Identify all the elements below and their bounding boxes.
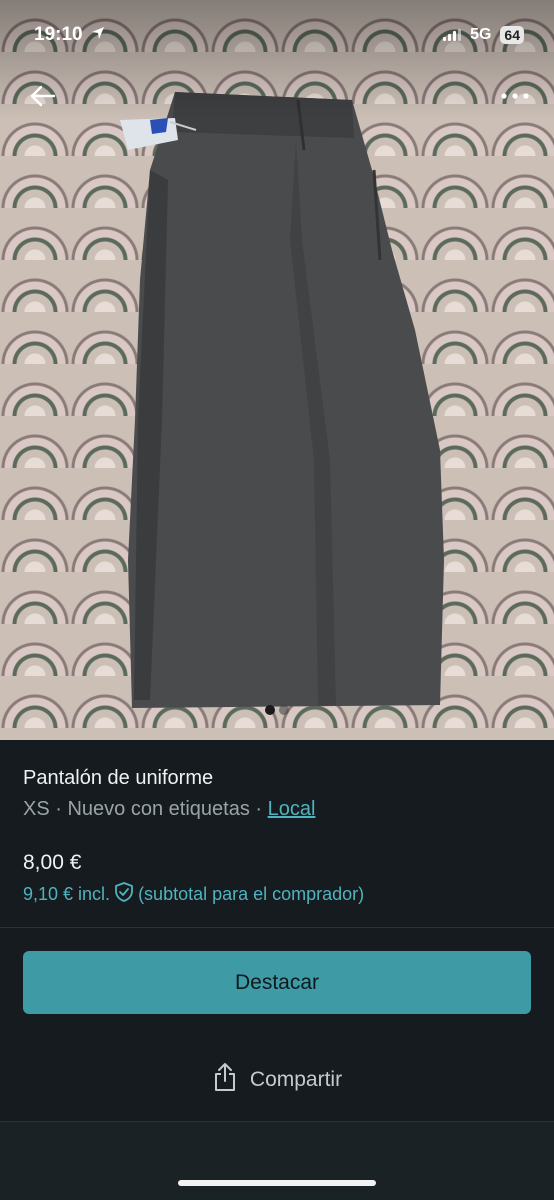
buyer-price-info[interactable]: 9,10 € incl. (subtotal para el comprador… (23, 881, 364, 908)
top-navigation (0, 76, 554, 116)
item-title: Pantalón de uniforme (23, 767, 214, 789)
shield-check-icon (113, 881, 135, 908)
item-size: XS (23, 798, 50, 820)
meta-separator: · (255, 798, 263, 820)
gallery-dot-2[interactable] (279, 705, 289, 715)
battery-level: 64 (500, 26, 524, 44)
status-time: 19:10 (34, 24, 83, 45)
item-meta: XS · Nuevo con etiquetas · Local (23, 798, 315, 821)
buyer-price-note: (subtotal para el comprador) (138, 884, 365, 904)
gallery-pagination (0, 705, 554, 715)
back-arrow-icon[interactable] (26, 79, 60, 113)
item-condition: Nuevo con etiquetas (67, 798, 250, 820)
gallery-dot-1[interactable] (265, 705, 275, 715)
home-indicator[interactable] (178, 1180, 376, 1186)
highlight-button[interactable]: Destacar (23, 951, 531, 1014)
location-arrow-icon (91, 24, 105, 46)
share-icon (212, 1062, 238, 1098)
share-label: Compartir (249, 1068, 343, 1091)
network-type: 5G (470, 26, 492, 43)
item-price: 8,00 € (23, 851, 82, 874)
divider (0, 927, 554, 928)
bottom-section (0, 1122, 554, 1200)
item-location-link[interactable]: Local (268, 798, 316, 820)
more-options-icon[interactable] (498, 79, 532, 113)
item-info-panel: Pantalón de uniforme XS · Nuevo con etiq… (0, 740, 554, 1200)
buyer-price: 9,10 € incl. (23, 884, 111, 904)
meta-separator: · (55, 798, 62, 820)
status-bar: 19:10 5G 64 (0, 0, 554, 70)
share-button[interactable]: Compartir (0, 1060, 554, 1100)
signal-icon (443, 29, 462, 41)
